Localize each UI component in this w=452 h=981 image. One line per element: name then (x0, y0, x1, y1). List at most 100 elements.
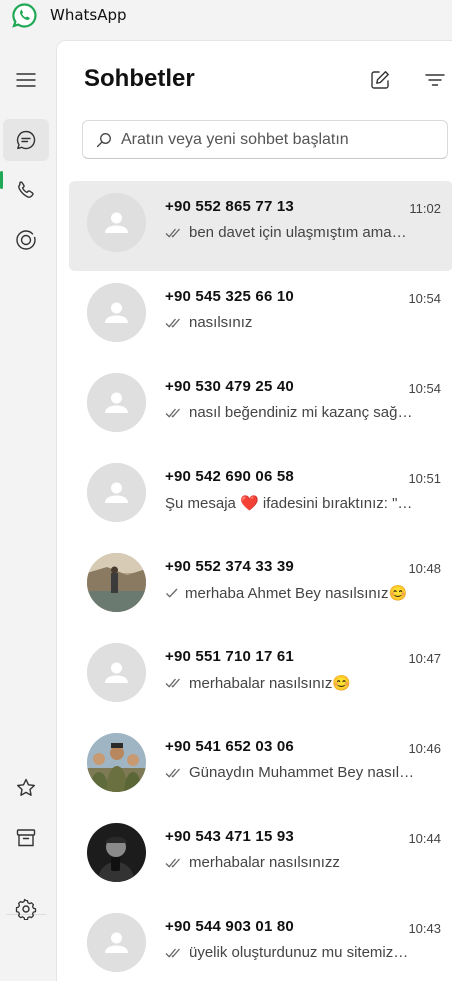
chats-tab[interactable] (3, 119, 49, 161)
last-message-text: Şu mesaja ❤️ ifadesini bıraktınız: "… (165, 495, 413, 512)
status-icon (16, 230, 36, 250)
chats-icon (16, 130, 36, 150)
read-receipt-double-check-icon (165, 408, 180, 418)
last-message-preview: ben davet için ulaşmıştım ama… (165, 224, 443, 241)
contact-avatar[interactable] (87, 463, 146, 522)
archived-button[interactable] (3, 817, 49, 859)
message-time: 10:54 (408, 381, 441, 396)
chat-list-item[interactable]: +90 543 471 15 93 10:44 merhabalar nasılsı… (69, 811, 452, 901)
last-message-text: merhabalar nasılsınız😊 (189, 675, 352, 692)
chat-list-item[interactable]: +90 552 865 77 13 11:02 ben davet için ula… (69, 181, 452, 271)
read-receipt-double-check-icon (165, 318, 180, 328)
default-avatar-icon (87, 373, 146, 432)
navigation-rail (0, 40, 56, 981)
tick-wrapper (165, 767, 183, 779)
default-avatar-icon (87, 643, 146, 702)
menu-icon (16, 73, 36, 87)
last-message-text: ben davet için ulaşmıştım ama… (189, 224, 407, 241)
message-time: 10:44 (408, 831, 441, 846)
contact-photo-icon (87, 733, 146, 792)
message-time: 10:54 (408, 291, 441, 306)
search-box[interactable] (82, 120, 448, 159)
read-receipt-double-check-icon (165, 948, 180, 958)
contact-avatar[interactable] (87, 823, 146, 882)
filter-icon (425, 74, 445, 86)
contact-photo-icon (87, 823, 146, 882)
last-message-preview: üyelik oluşturdunuz mu sitemiz… (165, 944, 443, 961)
contact-avatar[interactable] (87, 283, 146, 342)
starred-messages-button[interactable] (3, 767, 49, 809)
message-time: 10:47 (408, 651, 441, 666)
chat-list-item[interactable]: +90 542 690 06 58 10:51 Şu mesaja ❤️ ifade… (69, 451, 452, 541)
last-message-text: nasılsınız (189, 314, 253, 331)
tick-wrapper (165, 407, 183, 419)
message-time: 11:02 (409, 201, 441, 216)
default-avatar-icon (87, 913, 146, 972)
page-title: Sohbetler (84, 65, 195, 92)
calls-icon (18, 181, 34, 198)
archive-icon (16, 829, 36, 847)
read-receipt-double-check-icon (165, 678, 180, 688)
default-avatar-icon (87, 463, 146, 522)
sent-check-icon (166, 588, 178, 598)
settings-button[interactable] (3, 888, 49, 930)
last-message-preview: nasıl beğendiniz mi kazanç sağ… (165, 404, 443, 421)
contact-name: +90 543 471 15 93 (165, 828, 294, 845)
gear-icon (15, 898, 37, 920)
title-bar: WhatsApp (0, 0, 452, 30)
chats-panel: Sohbetler +90 552 865 77 13 11:02ben dave… (56, 40, 452, 981)
contact-avatar[interactable] (87, 913, 146, 972)
contact-avatar[interactable] (87, 733, 146, 792)
last-message-text: merhaba Ahmet Bey nasılsınız😊 (185, 585, 408, 602)
contact-name: +90 551 710 17 61 (165, 648, 294, 665)
menu-button[interactable] (3, 59, 49, 101)
contact-name: +90 545 325 66 10 (165, 288, 294, 305)
tick-wrapper (165, 227, 183, 239)
search-icon (96, 133, 111, 148)
read-receipt-double-check-icon (165, 228, 180, 238)
last-message-preview: Şu mesaja ❤️ ifadesini bıraktınız: "… (165, 494, 443, 512)
last-message-preview: merhabalar nasılsınızz (165, 854, 443, 871)
contact-avatar[interactable] (87, 373, 146, 432)
chat-list-item[interactable]: +90 552 374 33 39 10:48 merhaba Ahmet Bey … (69, 541, 452, 631)
contact-name: +90 530 479 25 40 (165, 378, 294, 395)
last-message-text: nasıl beğendiniz mi kazanç sağ… (189, 404, 413, 421)
read-receipt-double-check-icon (165, 768, 180, 778)
last-message-preview: nasılsınız (165, 314, 443, 331)
contact-avatar[interactable] (87, 553, 146, 612)
app-title: WhatsApp (50, 6, 127, 24)
message-time: 10:48 (408, 561, 441, 576)
tick-wrapper (165, 947, 183, 959)
new-chat-button[interactable] (367, 67, 393, 93)
last-message-text: üyelik oluşturdunuz mu sitemiz… (189, 944, 409, 961)
chat-list: +90 552 865 77 13 11:02 ben davet için ula… (69, 181, 452, 981)
message-time: 10:43 (408, 921, 441, 936)
last-message-preview: merhabalar nasılsınız😊 (165, 674, 443, 692)
calls-tab[interactable] (3, 169, 49, 211)
contact-name: +90 542 690 06 58 (165, 468, 294, 485)
contact-name: +90 552 865 77 13 (165, 198, 294, 215)
star-icon (17, 778, 35, 796)
read-receipt-double-check-icon (165, 858, 180, 868)
last-message-text: merhabalar nasılsınızz (189, 854, 340, 871)
message-time: 10:46 (408, 741, 441, 756)
message-time: 10:51 (408, 471, 441, 486)
search-input[interactable] (121, 127, 441, 153)
tick-wrapper (165, 317, 183, 329)
last-message-preview: merhaba Ahmet Bey nasılsınız😊 (165, 584, 443, 602)
chat-list-item[interactable]: +90 541 652 03 06 10:46 Günaydın Muhammet … (69, 721, 452, 811)
chat-list-item[interactable]: +90 544 903 01 80 10:43 üyelik oluşturdunu… (69, 901, 452, 981)
status-tab[interactable] (3, 219, 49, 261)
chat-list-item[interactable]: +90 545 325 66 10 10:54 nasılsınız (69, 271, 452, 361)
last-message-text: Günaydın Muhammet Bey nasıl… (189, 764, 415, 781)
contact-avatar[interactable] (87, 193, 146, 252)
tick-wrapper (165, 587, 179, 599)
contact-avatar[interactable] (87, 643, 146, 702)
chat-list-item[interactable]: +90 530 479 25 40 10:54 nasıl beğendiniz m… (69, 361, 452, 451)
contact-name: +90 541 652 03 06 (165, 738, 294, 755)
default-avatar-icon (87, 193, 146, 252)
whatsapp-logo-icon (12, 3, 37, 28)
chat-list-item[interactable]: +90 551 710 17 61 10:47 merhabalar nasılsı… (69, 631, 452, 721)
contact-name: +90 552 374 33 39 (165, 558, 294, 575)
filter-button[interactable] (422, 67, 448, 93)
